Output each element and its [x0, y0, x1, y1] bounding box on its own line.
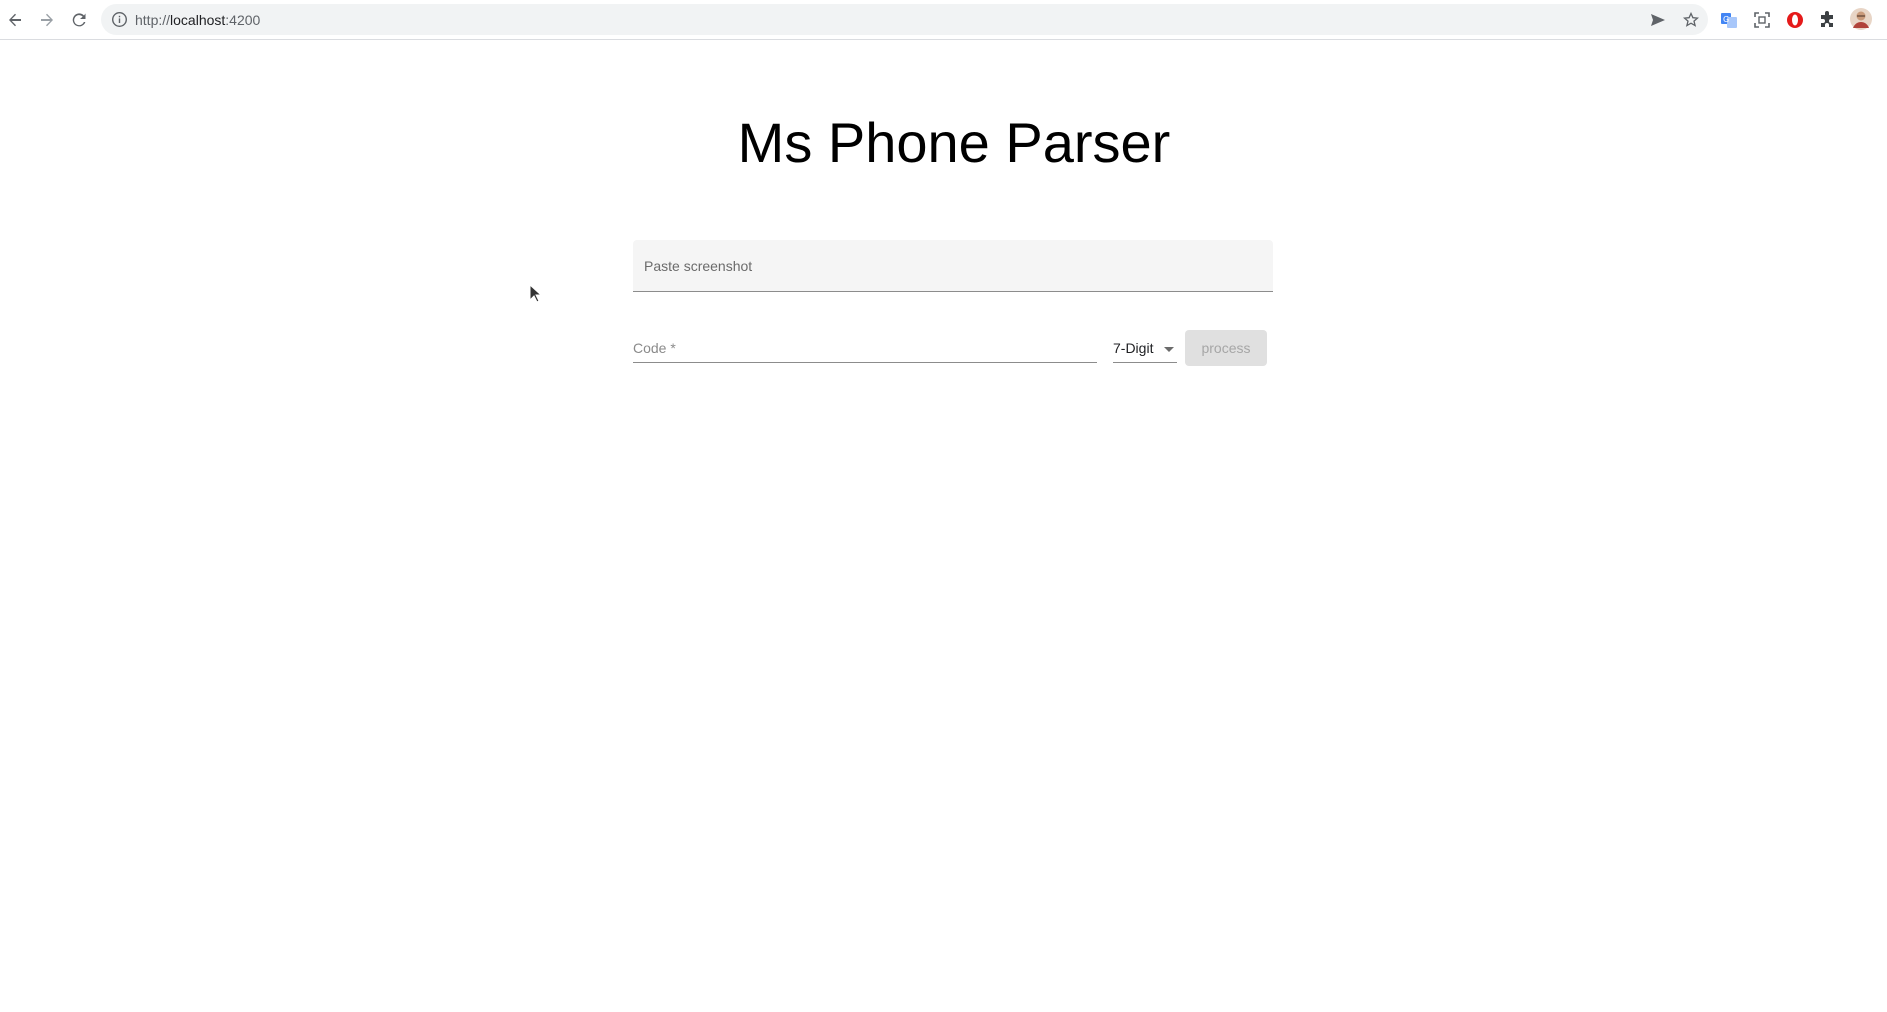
url-scheme: http:// — [135, 12, 171, 28]
star-icon[interactable] — [1681, 10, 1701, 30]
mouse-cursor-icon — [529, 283, 543, 304]
digit-select[interactable]: 7-Digit — [1113, 333, 1177, 363]
address-bar[interactable]: http://localhost:4200 — [101, 4, 1708, 35]
send-icon[interactable] — [1648, 10, 1668, 30]
info-icon[interactable] — [111, 11, 128, 28]
profile-avatar[interactable] — [1849, 7, 1873, 31]
code-input[interactable]: Code * — [633, 333, 1097, 363]
browser-toolbar: http://localhost:4200 G — [0, 0, 1887, 40]
screenshot-icon[interactable] — [1751, 9, 1773, 31]
paste-screenshot-label: Paste screenshot — [644, 258, 753, 274]
code-label: Code * — [633, 340, 676, 356]
url-port: :4200 — [225, 12, 261, 28]
forward-arrow-icon[interactable] — [33, 6, 61, 34]
page-title: Ms Phone Parser — [737, 111, 1171, 174]
url-host: localhost — [170, 12, 226, 28]
process-button[interactable]: process — [1185, 330, 1267, 366]
chevron-down-icon — [1164, 347, 1174, 352]
digit-select-value: 7-Digit — [1113, 340, 1154, 356]
back-arrow-icon[interactable] — [1, 6, 29, 34]
paste-screenshot-field[interactable]: Paste screenshot — [633, 240, 1273, 292]
puzzle-icon[interactable] — [1816, 9, 1838, 31]
reload-icon[interactable] — [65, 6, 93, 34]
url-text[interactable]: http://localhost:4200 — [135, 12, 260, 28]
translate-icon[interactable]: G — [1718, 9, 1740, 31]
opera-icon[interactable] — [1784, 9, 1806, 31]
svg-text:G: G — [1723, 15, 1729, 24]
